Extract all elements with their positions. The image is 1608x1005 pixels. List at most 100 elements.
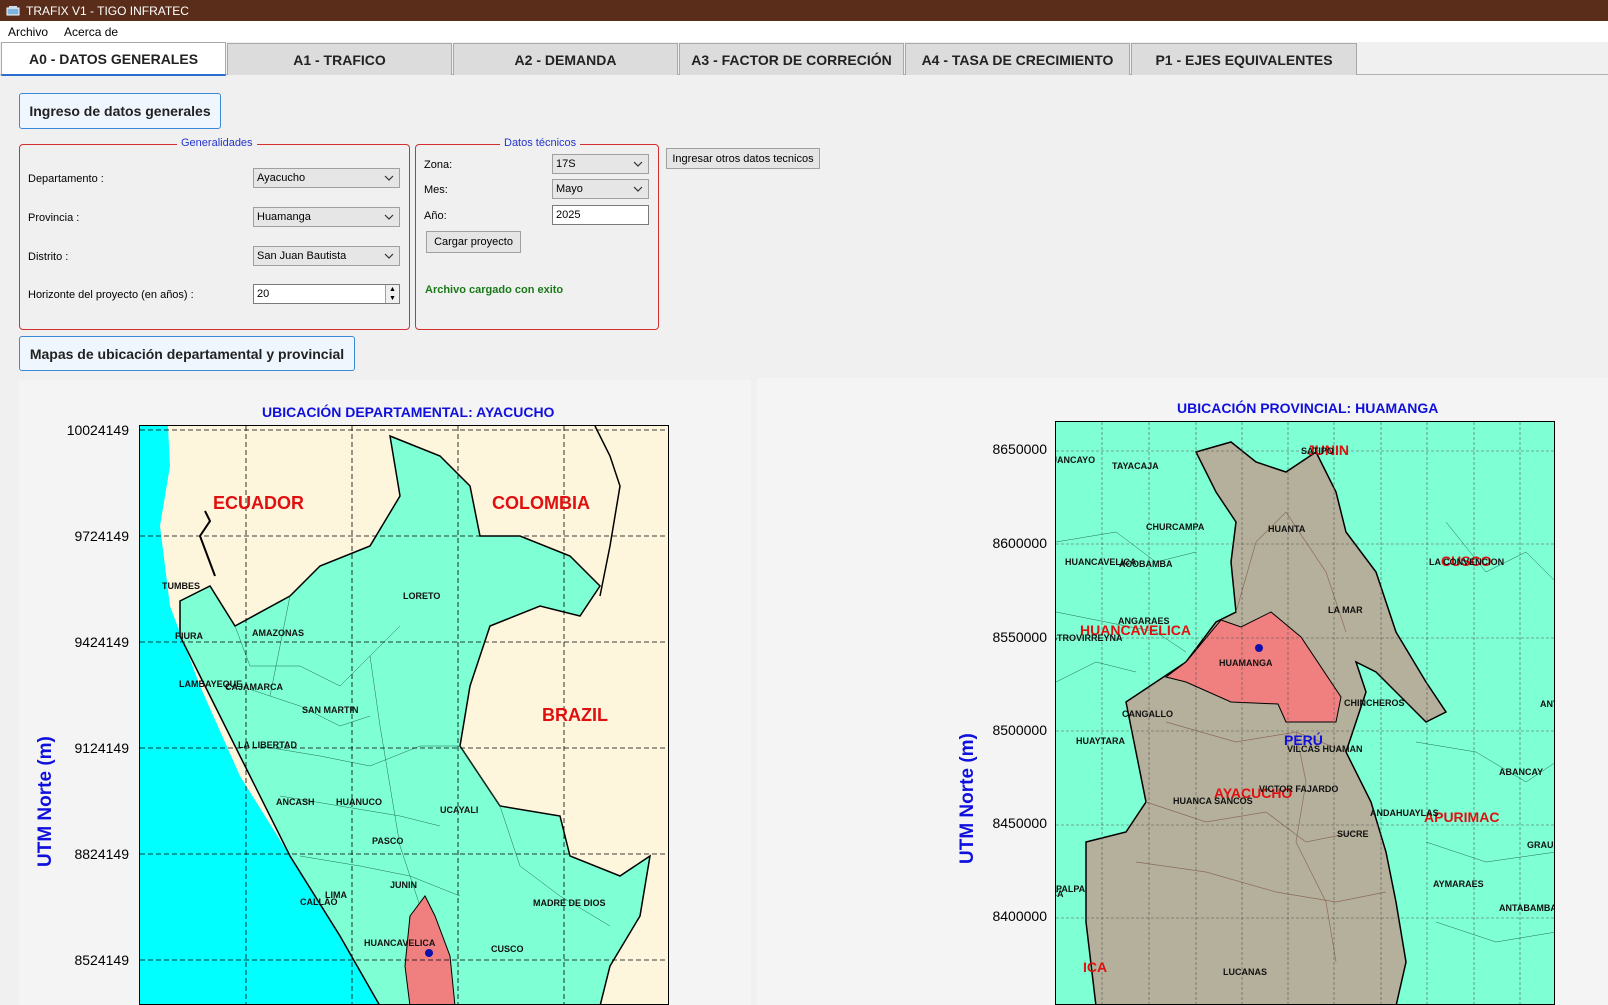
y-tick-label: 8400000	[992, 908, 1047, 924]
place-label: HUAMANGA	[1219, 658, 1273, 668]
zona-value: 17S	[556, 158, 576, 170]
place-label: TUMBES	[162, 581, 200, 591]
distrito-value: San Juan Bautista	[257, 250, 347, 262]
chevron-down-icon	[384, 253, 394, 259]
departamento-select[interactable]: Ayacucho	[253, 168, 400, 188]
place-label: UCAYALI	[440, 805, 479, 815]
mapa-departamental-panel: UBICACIÓN DEPARTAMENTAL: AYACUCHO UTM No…	[19, 380, 751, 1005]
status-message: Archivo cargado con exito	[425, 284, 564, 296]
place-label: ANGARAES	[1118, 616, 1170, 626]
y-tick-label: 9724149	[74, 528, 129, 544]
cargar-proyecto-button[interactable]: Cargar proyecto	[426, 231, 521, 253]
ingreso-datos-generales-button[interactable]: Ingreso de datos generales	[19, 93, 221, 129]
chevron-down-icon	[384, 214, 394, 220]
country-label: ECUADOR	[213, 493, 305, 513]
place-label: HUANCAVELICA	[364, 938, 436, 948]
menu-acerca-de[interactable]: Acerca de	[56, 25, 126, 39]
tab-factor-correccion[interactable]: A3 - FACTOR DE CORRECIÓN	[679, 43, 904, 75]
place-label: HUAYTARA	[1076, 736, 1126, 746]
provincia-label: Provincia :	[28, 212, 80, 224]
place-label: ANDAHUAYLAS	[1370, 808, 1439, 818]
place-label: SATIPO	[1301, 446, 1334, 456]
place-label: CASTROVIRREYNA	[1056, 633, 1123, 643]
app-icon	[6, 5, 20, 17]
mes-select[interactable]: Mayo	[552, 179, 649, 199]
horizonte-label: Horizonte del proyecto (en años) :	[28, 289, 194, 301]
title-bar: TRAFIX V1 - TIGO INFRATEC	[0, 0, 1608, 21]
mapa-departamental: ECUADOR COLOMBIA BRAZIL TUMBES PIURA AMA…	[139, 425, 669, 1005]
tab-bar: A0 - DATOS GENERALES A1 - TRAFICO A2 - D…	[0, 42, 1608, 76]
departamento-label: Departamento :	[28, 173, 104, 185]
place-label: HUANCAYO	[1056, 455, 1096, 465]
tab-tasa-crecimiento[interactable]: A4 - TASA DE CRECIMIENTO	[905, 43, 1130, 75]
mapa-provincial-panel: UBICACIÓN PROVINCIAL: HUAMANGA UTM Norte…	[757, 378, 1608, 1005]
departamento-value: Ayacucho	[257, 172, 306, 184]
place-label: AYMARAES	[1433, 879, 1484, 889]
place-label: AMAZONAS	[252, 628, 304, 638]
country-label: COLOMBIA	[492, 493, 590, 513]
zona-select[interactable]: 17S	[552, 154, 649, 174]
place-label: HUANTA	[1268, 524, 1306, 534]
provincia-select[interactable]: Huamanga	[253, 207, 400, 227]
distrito-label: Distrito :	[28, 251, 69, 263]
y-tick-label: 8650000	[992, 441, 1047, 457]
distrito-select[interactable]: San Juan Bautista	[253, 246, 400, 266]
mapa-departamental-title: UBICACIÓN DEPARTAMENTAL: AYACUCHO	[262, 404, 555, 420]
y-tick-label: 8824149	[74, 846, 129, 862]
place-label: HUANUCO	[336, 797, 382, 807]
y-tick-label: 9124149	[74, 740, 129, 756]
datos-tecnicos-title: Datos técnicos	[500, 137, 581, 149]
tab-ejes-equivalentes[interactable]: P1 - EJES EQUIVALENTES	[1131, 43, 1357, 75]
place-label: ICA	[1056, 889, 1064, 899]
place-label: CHINCHEROS	[1344, 698, 1405, 708]
place-label: ABANCAY	[1499, 767, 1544, 777]
chevron-down-icon	[633, 186, 643, 192]
place-label: ANTA	[1540, 699, 1554, 709]
place-label: GRAU	[1527, 840, 1554, 850]
provincia-value: Huamanga	[257, 211, 311, 223]
place-label: TAYACAJA	[1112, 461, 1159, 471]
mapa-provincial: JUNIN CUSCO HUANCAVELICA AYACUCHO APURIM…	[1055, 421, 1555, 1005]
generalidades-title: Generalidades	[177, 137, 257, 149]
place-label: LA MAR	[1328, 605, 1363, 615]
place-label: ACOBAMBA	[1119, 559, 1173, 569]
mapas-ubicacion-button[interactable]: Mapas de ubicación departamental y provi…	[19, 336, 355, 371]
spin-arrows-icon[interactable]: ▲ ▼	[385, 285, 399, 303]
y-tick-label: 8550000	[992, 629, 1047, 645]
place-label: LA LIBERTAD	[238, 740, 297, 750]
mapa-provincial-ylabel: UTM Norte (m)	[957, 733, 978, 864]
place-label: ANCASH	[276, 797, 315, 807]
place-label: CAJAMARCA	[225, 682, 283, 692]
place-label: SUCRE	[1337, 829, 1369, 839]
country-label: BRAZIL	[542, 705, 608, 725]
place-label: LORETO	[403, 591, 441, 601]
place-label: VICTOR FAJARDO	[1259, 784, 1339, 794]
place-label: LA CONVENCION	[1429, 557, 1505, 567]
anio-label: Año:	[424, 210, 447, 222]
place-label: PASCO	[372, 836, 404, 846]
place-label: VILCAS HUAMAN	[1287, 744, 1363, 754]
place-label: CUSCO	[491, 944, 524, 954]
place-label: PIURA	[175, 631, 204, 641]
tab-datos-generales[interactable]: A0 - DATOS GENERALES	[1, 42, 226, 76]
place-label: SAN MARTIN	[302, 705, 359, 715]
y-tick-label: 9424149	[74, 634, 129, 650]
menu-archivo[interactable]: Archivo	[0, 25, 56, 39]
y-tick-label: 8600000	[992, 535, 1047, 551]
window-title: TRAFIX V1 - TIGO INFRATEC	[26, 3, 189, 18]
place-label: LUCANAS	[1223, 967, 1267, 977]
y-tick-label: 8500000	[992, 722, 1047, 738]
mapa-provincial-title: UBICACIÓN PROVINCIAL: HUAMANGA	[1177, 400, 1439, 416]
tab-demanda[interactable]: A2 - DEMANDA	[453, 43, 678, 75]
y-tick-label: 8524149	[74, 952, 129, 968]
anio-input[interactable]: 2025	[552, 205, 649, 225]
y-tick-label: 10024149	[66, 422, 129, 438]
mes-value: Mayo	[556, 183, 583, 195]
place-label: MADRE DE DIOS	[533, 898, 606, 908]
tab-trafico[interactable]: A1 - TRAFICO	[227, 43, 452, 75]
chevron-down-icon	[633, 161, 643, 167]
otros-datos-tecnicos-button[interactable]: Ingresar otros datos tecnicos	[666, 148, 820, 169]
horizonte-spinbox[interactable]: 20 ▲ ▼	[253, 284, 400, 304]
menu-bar: Archivo Acerca de	[0, 21, 1608, 42]
region-label: ICA	[1083, 959, 1108, 975]
